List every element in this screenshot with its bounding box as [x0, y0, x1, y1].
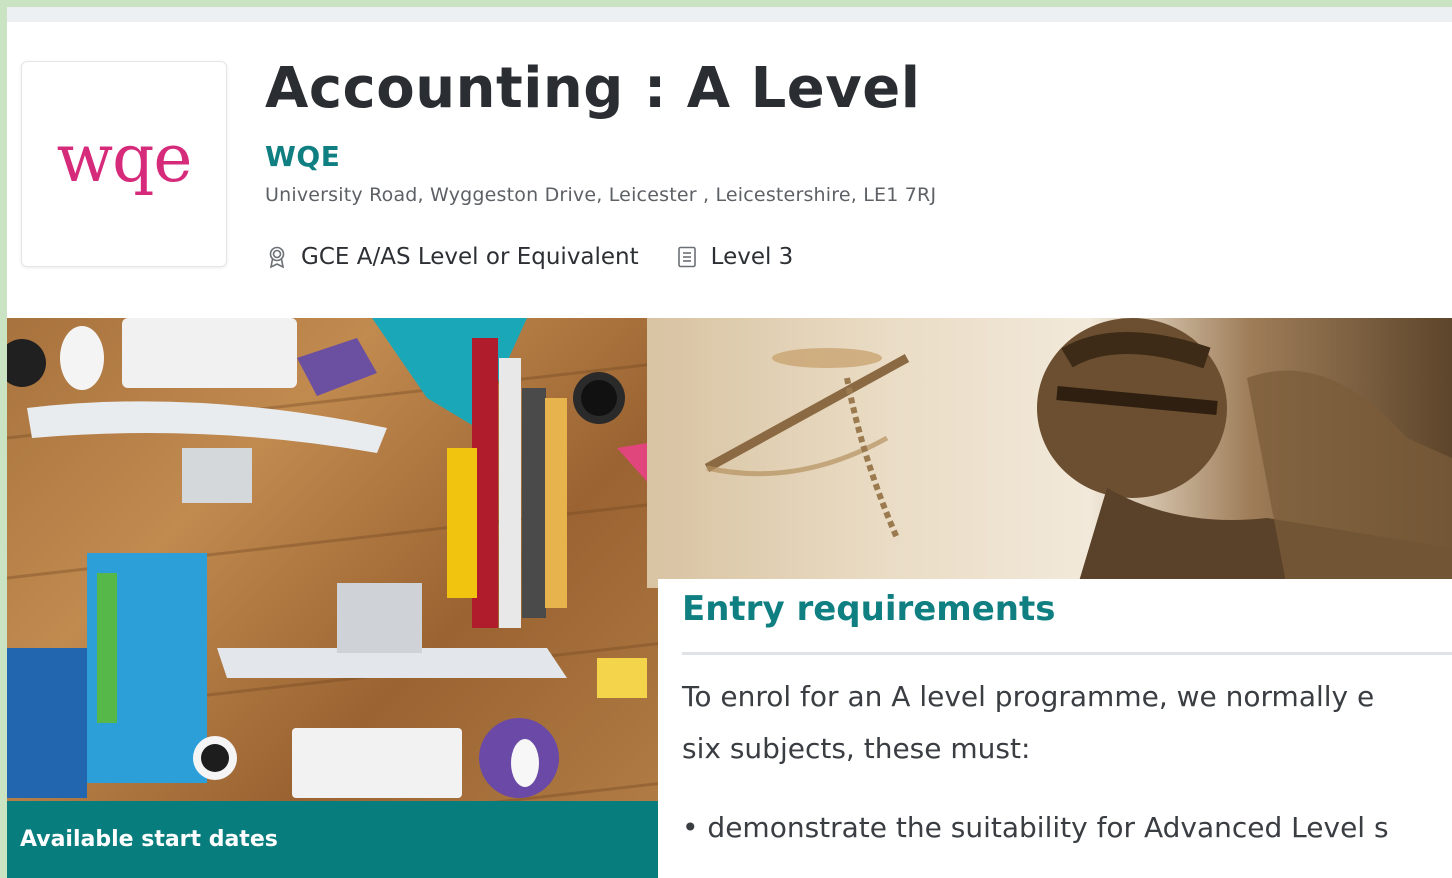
document-icon [675, 245, 699, 269]
award-badge-icon [265, 245, 289, 269]
provider-address: University Road, Wyggeston Drive, Leices… [265, 184, 937, 206]
qualification-type-label: GCE A/AS Level or Equivalent [301, 244, 639, 270]
banner-image-justice [647, 318, 1452, 588]
course-level: Level 3 [675, 244, 794, 270]
provider-logo[interactable]: wqe [21, 61, 227, 267]
entry-requirements-text: To enrol for an A level programme, we no… [682, 680, 1375, 765]
lady-justice-illustration [704, 318, 1452, 588]
entry-requirements-panel: Entry requirements To enrol for an A lev… [658, 579, 1452, 878]
qualification-type: GCE A/AS Level or Equivalent [265, 244, 639, 270]
provider-logo-text: wqe [56, 120, 193, 197]
entry-requirements-heading: Entry requirements [682, 589, 1056, 629]
available-start-dates-label: Available start dates [20, 827, 278, 852]
banner-image-desk [7, 318, 707, 878]
course-level-label: Level 3 [710, 244, 794, 270]
course-page: wqe Accounting : A Level WQE University … [7, 22, 1452, 878]
browser-top-strip [7, 7, 1452, 22]
available-start-dates-tab[interactable]: Available start dates [7, 801, 658, 878]
course-banner: Available start dates Entry requirements… [7, 318, 1452, 878]
entry-requirements-bullet: • demonstrate the suitability for Advanc… [682, 811, 1389, 844]
course-meta: GCE A/AS Level or Equivalent Level 3 [265, 244, 793, 270]
provider-name-link[interactable]: WQE [265, 140, 340, 173]
page-title: Accounting : A Level [265, 56, 921, 121]
entry-requirements-divider [682, 652, 1452, 655]
desk-illustration [7, 318, 707, 860]
